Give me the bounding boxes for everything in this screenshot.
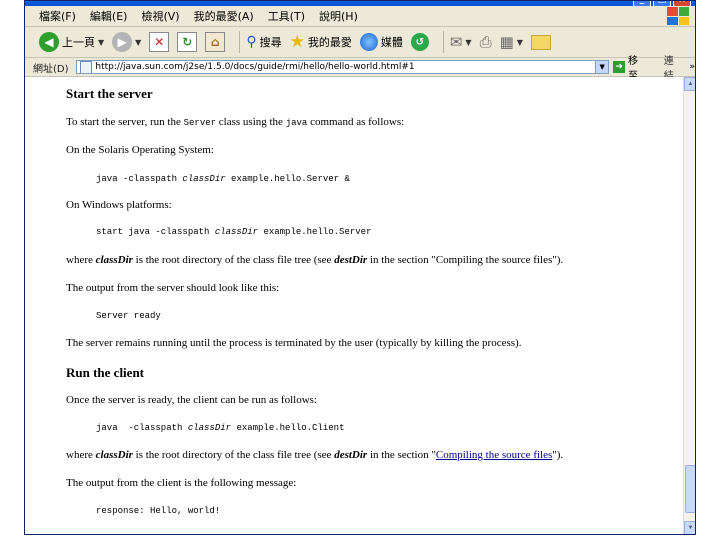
stop-button[interactable]: ✕ [149, 32, 170, 52]
client-output: response: Hello, world! [96, 506, 221, 516]
toolbar-divider [442, 31, 444, 53]
menu-edit[interactable]: 編輯(E) [90, 8, 128, 24]
scroll-down-icon[interactable]: ▼ [684, 521, 695, 534]
star-icon: ★ [289, 32, 305, 52]
history-button[interactable]: ↺ [410, 33, 429, 51]
forward-button[interactable]: ▶ ▼ [112, 32, 141, 52]
address-input[interactable]: http://java.sun.com/j2se/1.5.0/docs/guid… [76, 60, 610, 74]
forward-arrow-icon: ▶ [112, 32, 133, 52]
print-button[interactable]: ⎙ [480, 33, 492, 51]
compiling-source-link[interactable]: Compiling the source files [436, 449, 552, 461]
menu-bar: 檔案(F) 編輯(E) 檢視(V) 我的最愛(A) 工具(T) 說明(H) [25, 6, 695, 27]
search-icon: ⚲ [246, 34, 257, 50]
home-button[interactable]: ⌂ [205, 32, 226, 52]
scroll-up-icon[interactable]: ▲ [684, 77, 695, 91]
folder-icon [530, 34, 551, 50]
client-command: java -classpath classDir example.hello.C… [96, 423, 345, 433]
menu-tools[interactable]: 工具(T) [268, 8, 305, 24]
server-output: Server ready [96, 311, 161, 321]
client-output-label: The output from the client is the follow… [66, 477, 297, 489]
start-server-intro: To start the server, run the Server clas… [66, 116, 405, 128]
browser-window: _ □ × 檔案(F) 編輯(E) 檢視(V) 我的最愛(A) 工具(T) 說明… [24, 0, 696, 535]
menu-favorites[interactable]: 我的最愛(A) [194, 8, 254, 24]
stop-icon: ✕ [149, 32, 170, 52]
refresh-icon: ↻ [177, 32, 198, 52]
windows-logo-icon [667, 7, 689, 25]
server-remains-text: The server remains running until the pro… [66, 337, 522, 349]
forward-dropdown-icon[interactable]: ▼ [135, 38, 141, 47]
back-arrow-icon: ◀ [39, 32, 59, 52]
scroll-thumb[interactable] [685, 465, 695, 513]
edit-icon: ▦ [499, 33, 514, 51]
favorites-label: 我的最愛 [307, 36, 352, 49]
links-more-icon[interactable]: » [690, 62, 696, 72]
favorites-button[interactable]: ★ 我的最愛 [290, 32, 352, 52]
menu-view[interactable]: 檢視(V) [141, 8, 179, 24]
refresh-button[interactable]: ↻ [177, 32, 198, 52]
start-server-heading: Start the server [66, 86, 153, 101]
solaris-label: On the Solaris Operating System: [66, 144, 214, 156]
address-label: 網址(D) [33, 63, 69, 75]
edit-button[interactable]: ▦ ▼ [500, 33, 523, 51]
address-dropdown-icon[interactable]: ▼ [595, 61, 609, 73]
page-icon [80, 61, 93, 73]
address-bar: 網址(D) http://java.sun.com/j2se/1.5.0/doc… [25, 56, 696, 82]
vertical-scrollbar[interactable]: ▲ ▼ [683, 77, 695, 534]
back-label: 上一頁 [62, 36, 95, 49]
windows-command: start java -classpath classDir example.h… [96, 227, 372, 237]
solaris-command: java -classpath classDir example.hello.S… [96, 174, 350, 184]
back-button[interactable]: ◀ 上一頁 ▼ [39, 32, 104, 52]
media-button[interactable]: 媒體 [359, 33, 403, 51]
menu-help[interactable]: 說明(H) [319, 8, 358, 24]
classdir-note-2: where classDir is the root directory of … [66, 449, 564, 461]
classdir-note-1: where classDir is the root directory of … [66, 254, 564, 266]
client-intro: Once the server is ready, the client can… [66, 394, 317, 406]
history-icon: ↺ [410, 33, 429, 51]
media-label: 媒體 [380, 36, 403, 49]
go-arrow-icon[interactable]: ➜ [613, 61, 626, 73]
mail-icon: ✉ [449, 33, 463, 51]
address-url[interactable]: http://java.sun.com/j2se/1.5.0/docs/guid… [95, 62, 414, 72]
search-button[interactable]: ⚲ 搜尋 [246, 34, 281, 50]
folder-button[interactable] [530, 34, 551, 50]
search-label: 搜尋 [259, 36, 282, 49]
server-output-label: The output from the server should look l… [66, 282, 280, 294]
toolbar: ◀ 上一頁 ▼ ▶ ▼ ✕ ↻ ⌂ ⚲ 搜尋 ★ 我的最愛 媒體 ↺ ✉ ▼ ⎙… [25, 27, 695, 58]
run-client-heading: Run the client [66, 365, 144, 380]
mail-dropdown-icon[interactable]: ▼ [465, 38, 471, 47]
globe-icon [359, 33, 378, 51]
print-icon: ⎙ [479, 33, 492, 51]
edit-dropdown-icon[interactable]: ▼ [517, 38, 523, 47]
mail-button[interactable]: ✉ ▼ [450, 33, 472, 51]
menu-file[interactable]: 檔案(F) [39, 8, 76, 24]
home-icon: ⌂ [205, 32, 226, 52]
back-dropdown-icon[interactable]: ▼ [98, 38, 104, 47]
windows-label: On Windows platforms: [66, 199, 172, 211]
page-content: Start the server To start the server, ru… [25, 77, 683, 534]
toolbar-divider [239, 31, 241, 53]
